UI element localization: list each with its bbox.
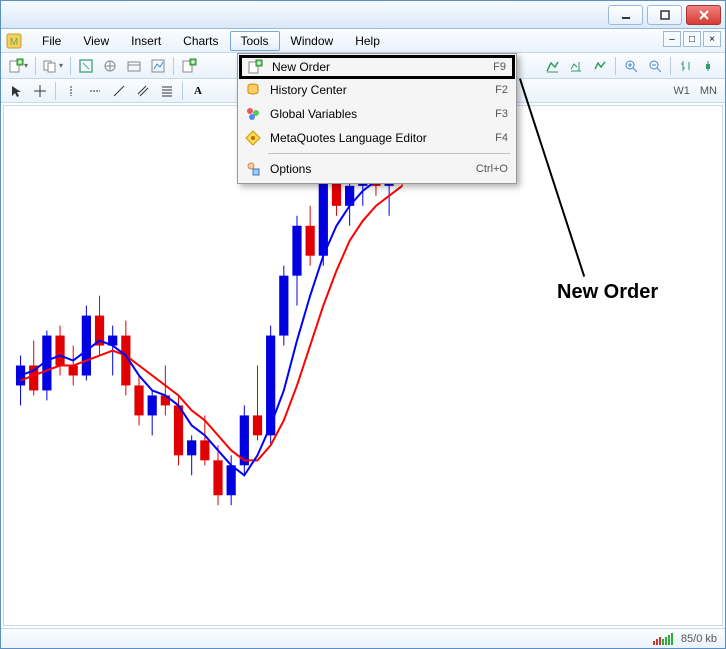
minimize-icon <box>621 10 631 20</box>
menu-item-shortcut: Ctrl+O <box>476 163 508 175</box>
app-logo-icon: M <box>5 32 23 50</box>
vline-button[interactable] <box>60 81 82 101</box>
zoom-in-icon <box>624 59 638 73</box>
db-icon <box>244 81 262 99</box>
cursor-icon <box>10 85 22 97</box>
menu-insert[interactable]: Insert <box>120 31 172 51</box>
menu-separator <box>268 153 510 154</box>
tools-menu-dropdown: New Order F9 History Center F2 Global Variab… <box>237 53 517 184</box>
zoom-out-button[interactable] <box>644 56 666 76</box>
mdi-minimize-button[interactable]: ‒ <box>663 31 681 47</box>
menu-item-shortcut: F2 <box>495 84 508 96</box>
hline-button[interactable] <box>84 81 106 101</box>
menu-item-shortcut: F3 <box>495 108 508 120</box>
menu-item-label: Options <box>270 162 468 176</box>
menu-item-global-variables[interactable]: Global Variables F3 <box>240 102 514 126</box>
zoom-out-icon <box>648 59 662 73</box>
menu-item-shortcut: F9 <box>493 61 506 73</box>
mdi-close-button[interactable]: × <box>703 31 721 47</box>
terminal-button[interactable] <box>123 56 145 76</box>
navigator-button[interactable] <box>99 56 121 76</box>
menubar: M FileViewInsertChartsToolsWindowHelp ‒ … <box>1 29 725 53</box>
market-watch-icon <box>79 59 93 73</box>
plus-doc-icon <box>8 58 24 74</box>
tester-icon <box>151 59 165 73</box>
bar-chart-button[interactable] <box>675 56 697 76</box>
timeframe-mn[interactable]: MN <box>696 82 721 100</box>
terminal-icon <box>127 59 141 73</box>
fibo-icon <box>161 85 173 97</box>
tester-button[interactable] <box>147 56 169 76</box>
indicators-icon <box>593 59 607 73</box>
menu-item-label: MetaQuotes Language Editor <box>270 131 487 145</box>
menu-item-label: New Order <box>272 60 485 74</box>
menu-file[interactable]: File <box>31 31 72 51</box>
menu-help[interactable]: Help <box>344 31 391 51</box>
profiles-icon <box>43 58 59 74</box>
hline-icon <box>89 85 101 97</box>
autoscroll-button[interactable] <box>541 56 563 76</box>
menu-tools[interactable]: Tools <box>230 31 280 51</box>
autoscroll-icon <box>545 59 559 73</box>
new-order-icon <box>181 58 197 74</box>
new-chart-button[interactable]: ▾ <box>5 56 31 76</box>
menu-item-metaquotes-language-editor[interactable]: MetaQuotes Language Editor F4 <box>240 126 514 150</box>
crosshair-icon <box>34 85 46 97</box>
cursor-button[interactable] <box>5 81 27 101</box>
mdi-controls: ‒ □ × <box>663 31 721 47</box>
trendline-icon <box>113 85 125 97</box>
channel-button[interactable] <box>132 81 154 101</box>
indicators-button[interactable] <box>589 56 611 76</box>
maximize-icon <box>660 10 670 20</box>
plus-icon <box>246 58 264 76</box>
chartshift-icon <box>569 59 583 73</box>
chartshift-button[interactable] <box>565 56 587 76</box>
menu-view[interactable]: View <box>72 31 120 51</box>
menu-item-options[interactable]: Options Ctrl+O <box>240 157 514 181</box>
editor-icon <box>244 129 262 147</box>
fibo-button[interactable] <box>156 81 178 101</box>
globe-icon <box>244 105 262 123</box>
titlebar <box>1 1 725 29</box>
menu-item-shortcut: F4 <box>495 132 508 144</box>
statusbar: 85/0 kb <box>1 628 725 648</box>
vline-icon <box>65 85 77 97</box>
app-window: M FileViewInsertChartsToolsWindowHelp ‒ … <box>0 0 726 649</box>
close-button[interactable] <box>686 5 721 25</box>
channel-icon <box>137 85 149 97</box>
market-watch-button[interactable] <box>75 56 97 76</box>
profiles-button[interactable]: ▾ <box>40 56 66 76</box>
menu-item-history-center[interactable]: History Center F2 <box>240 78 514 102</box>
mdi-restore-button[interactable]: □ <box>683 31 701 47</box>
maximize-button[interactable] <box>647 5 682 25</box>
navigator-icon <box>103 59 117 73</box>
connection-icon <box>653 633 673 645</box>
menu-item-label: Global Variables <box>270 107 487 121</box>
timeframe-w1[interactable]: W1 <box>669 82 694 100</box>
menu-window[interactable]: Window <box>280 31 345 51</box>
bar-chart-icon <box>679 59 693 73</box>
transfer-label: 85/0 kb <box>681 633 717 645</box>
text-button[interactable]: A <box>187 81 209 101</box>
close-icon <box>699 10 709 20</box>
candle-chart-icon <box>703 59 717 73</box>
crosshair-button[interactable] <box>29 81 51 101</box>
options-icon <box>244 160 262 178</box>
text-icon: A <box>194 85 202 97</box>
menu-charts[interactable]: Charts <box>172 31 229 51</box>
minimize-button[interactable] <box>608 5 643 25</box>
candle-chart-button[interactable] <box>699 56 721 76</box>
svg-text:M: M <box>10 37 18 48</box>
zoom-in-button[interactable] <box>620 56 642 76</box>
new-order-button[interactable] <box>178 56 200 76</box>
menu-item-new-order[interactable]: New Order F9 <box>239 55 515 79</box>
menu-item-label: History Center <box>270 83 487 97</box>
trendline-button[interactable] <box>108 81 130 101</box>
annotation-label: New Order <box>557 281 658 304</box>
